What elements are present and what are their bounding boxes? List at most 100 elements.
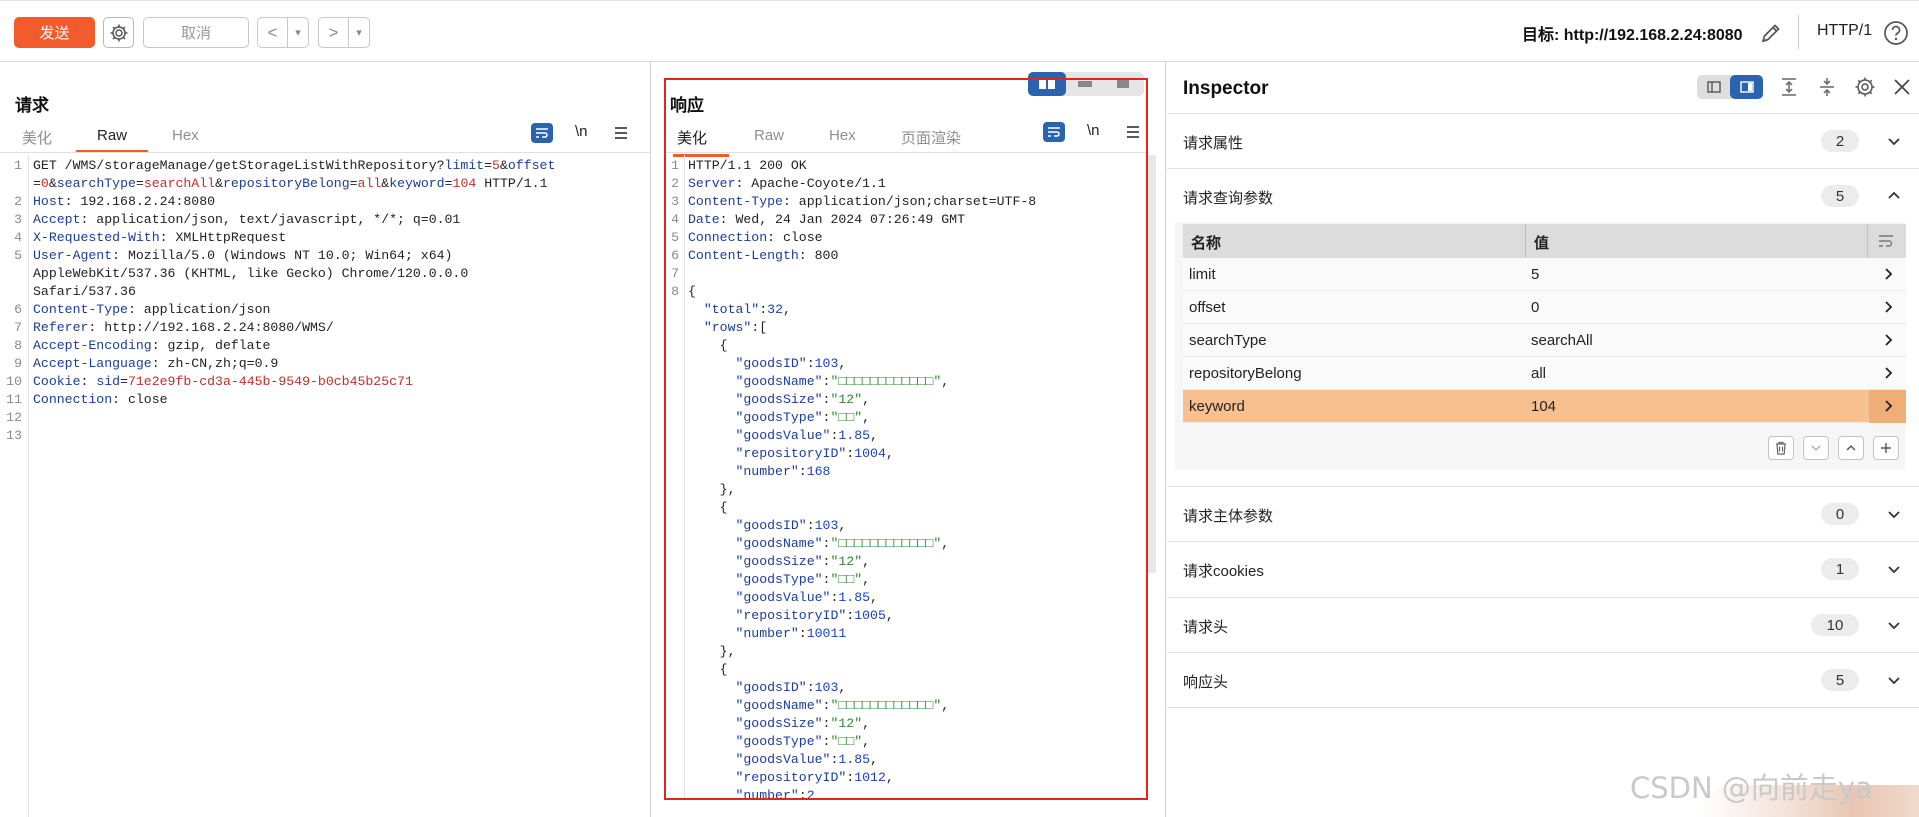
code-token: "□□□□□□□□□□□□" <box>830 698 942 713</box>
response-menu-icon[interactable] <box>1126 126 1140 138</box>
expand-all-icon[interactable] <box>1778 76 1800 98</box>
response-scrollbar[interactable] <box>1146 155 1156 573</box>
chevron-right-icon[interactable] <box>1882 365 1896 381</box>
code-line: "goodsSize":"12", <box>688 715 1036 733</box>
inspector-section-response-headers[interactable]: 响应头 5 <box>1167 652 1919 707</box>
chevron-right-icon[interactable] <box>1882 398 1896 414</box>
inspector-layout-panel-button[interactable] <box>1730 75 1763 99</box>
help-icon[interactable] <box>1882 19 1910 47</box>
inspector-section-request-headers[interactable]: 请求头 10 <box>1167 597 1919 652</box>
code-token: 104 <box>452 176 477 191</box>
code-line: Connection: close <box>688 229 1036 247</box>
code-token: "goodsType" <box>735 734 823 749</box>
chevron-down-icon <box>1811 445 1821 451</box>
code-token: "goodsName" <box>735 374 823 389</box>
send-settings-button[interactable] <box>103 17 134 48</box>
request-tab-pretty[interactable]: 美化 <box>22 127 52 154</box>
chevron-right-icon[interactable] <box>1882 332 1896 348</box>
code-line: "number":10011 <box>688 625 1036 643</box>
code-token: = <box>120 374 128 389</box>
send-button[interactable]: 发送 <box>14 17 95 48</box>
code-token: , <box>862 410 871 425</box>
inspector-section-request-attributes[interactable]: 请求属性 2 <box>1167 113 1919 168</box>
response-tab-raw[interactable]: Raw <box>754 127 784 150</box>
request-newline-toggle[interactable]: \n <box>575 123 588 140</box>
query-table-tools <box>1768 436 1899 460</box>
request-wrap-toggle[interactable] <box>531 123 553 143</box>
inspector-section-cookies[interactable]: 请求cookies 1 <box>1167 541 1919 596</box>
code-token: HTTP/1.1 <box>476 176 548 191</box>
code-token: Content-Type <box>688 194 783 209</box>
inspector-settings-gear-icon[interactable] <box>1854 76 1876 98</box>
add-param-button[interactable] <box>1873 436 1899 460</box>
table-row[interactable]: searchType searchAll <box>1183 324 1906 357</box>
chevron-right-icon[interactable] <box>1882 266 1896 282</box>
param-name: keyword <box>1189 398 1245 415</box>
back-button[interactable]: < <box>258 18 288 47</box>
code-line: Host: 192.168.2.24:8080 <box>33 193 555 211</box>
layout-stacked-button[interactable] <box>1066 72 1104 96</box>
chevron-down-icon <box>1888 622 1900 630</box>
close-icon[interactable] <box>1891 76 1913 98</box>
response-editor[interactable]: HTTP/1.1 200 OK Server: Apache-Coyote/1.1… <box>688 157 1036 799</box>
code-token: :[ <box>751 320 768 335</box>
inspector-title: Inspector <box>1183 78 1269 99</box>
inspector-layout-list-button[interactable] <box>1697 75 1730 99</box>
request-tab-raw[interactable]: Raw <box>76 127 149 153</box>
move-down-button[interactable] <box>1803 436 1829 460</box>
edit-target-pencil-icon[interactable] <box>1757 19 1785 47</box>
line-number: 13 <box>6 428 22 443</box>
collapse-all-icon[interactable] <box>1816 76 1838 98</box>
inspector-section-body-params[interactable]: 请求主体参数 0 <box>1167 486 1919 541</box>
http-version-toggle[interactable]: HTTP/1 <box>1817 22 1872 40</box>
response-tab-hex[interactable]: Hex <box>829 127 856 150</box>
chevron-right-icon[interactable] <box>1882 299 1896 315</box>
list-layout-icon <box>1706 81 1721 93</box>
forward-nav-group: > ▾ <box>318 17 370 48</box>
table-row[interactable]: repositoryBelong all <box>1183 357 1906 390</box>
table-row[interactable]: limit 5 <box>1183 258 1906 291</box>
section-count-badge: 1 <box>1821 558 1859 580</box>
request-editor[interactable]: GET /WMS/storageManage/getStorageListWit… <box>33 157 555 445</box>
wrap-lines-icon[interactable] <box>1878 234 1894 248</box>
code-token: : <box>798 788 807 799</box>
code-token: "repositoryID" <box>735 446 847 461</box>
layout-side-by-side-button[interactable] <box>1028 72 1066 96</box>
column-divider[interactable] <box>1867 224 1868 258</box>
panel-divider-right[interactable] <box>1165 62 1166 817</box>
response-tab-render[interactable]: 页面渲染 <box>901 127 961 154</box>
delete-param-button[interactable] <box>1768 436 1794 460</box>
code-token: : Apache-Coyote/1.1 <box>735 176 886 191</box>
code-token: , <box>941 536 950 551</box>
response-newline-toggle[interactable]: \n <box>1087 122 1100 139</box>
forward-button[interactable]: > <box>319 18 349 47</box>
code-line: "goodsSize":"12", <box>688 391 1036 409</box>
cancel-button[interactable]: 取消 <box>143 17 249 48</box>
inspector-section-query-params[interactable]: 请求查询参数 5 <box>1167 168 1919 223</box>
table-row-selected[interactable]: keyword 104 <box>1183 390 1906 423</box>
code-line: }, <box>688 481 1036 499</box>
back-history-dropdown[interactable]: ▾ <box>288 18 308 47</box>
move-up-button[interactable] <box>1838 436 1864 460</box>
panel-divider-left[interactable] <box>650 62 651 817</box>
request-menu-icon[interactable] <box>614 127 628 139</box>
request-tab-hex[interactable]: Hex <box>172 127 199 150</box>
table-row[interactable]: offset 0 <box>1183 291 1906 324</box>
code-token: & <box>215 176 223 191</box>
forward-history-dropdown[interactable]: ▾ <box>349 18 369 47</box>
layout-tabs-button[interactable] <box>1104 72 1142 96</box>
chevron-down-icon <box>1888 677 1900 685</box>
code-line: "goodsID":103, <box>688 517 1036 535</box>
column-divider[interactable] <box>1525 224 1526 258</box>
code-line: { <box>688 499 1036 517</box>
chevron-down-icon: ▾ <box>295 27 301 39</box>
code-token: 32 <box>767 302 783 317</box>
code-token: , <box>885 446 894 461</box>
response-wrap-toggle[interactable] <box>1043 122 1065 142</box>
columns-icon <box>1039 79 1055 89</box>
